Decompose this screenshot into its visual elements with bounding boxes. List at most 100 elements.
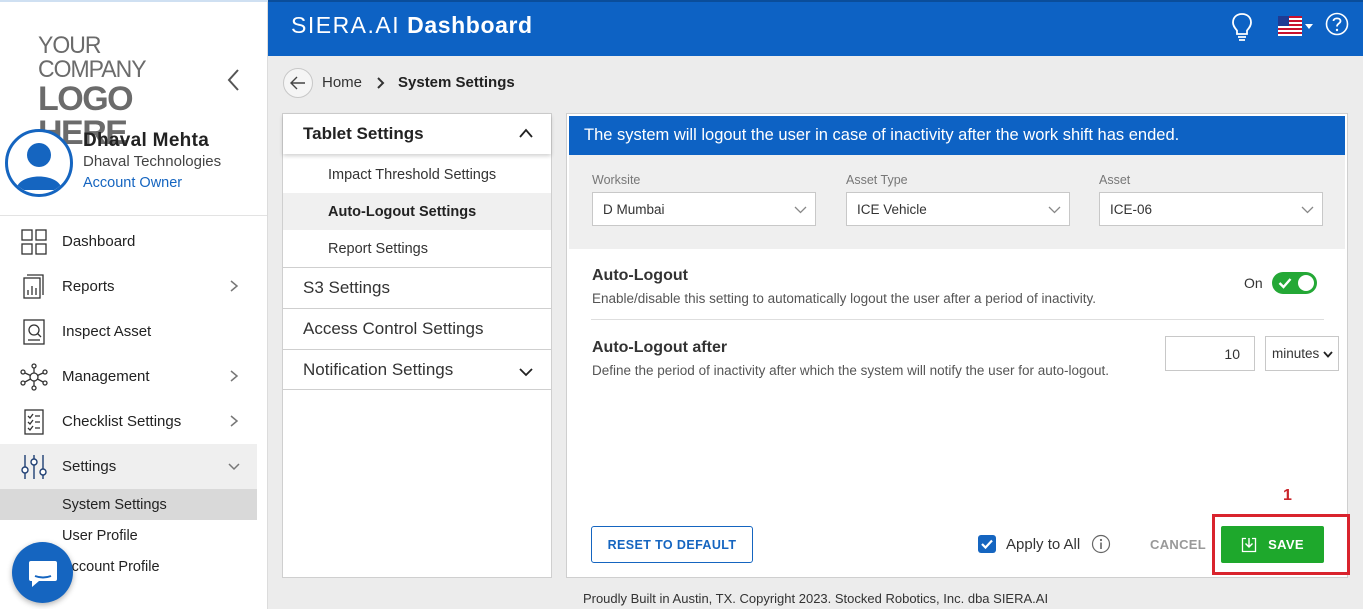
sidebar-item-management[interactable]: Management	[0, 354, 257, 399]
duration-unit-select[interactable]: minutes	[1265, 336, 1339, 371]
sidebar-item-label: Inspect Asset	[62, 323, 152, 340]
chat-bubble-icon	[28, 560, 57, 587]
back-button[interactable]	[283, 68, 313, 98]
page-footer: Proudly Built in Austin, TX. Copyright 2…	[582, 591, 1049, 606]
toggle-knob	[1298, 275, 1314, 291]
sidebar: YOUR COMPANY LOGO HERE Dhaval Mehta Dhav…	[0, 0, 268, 609]
chevron-right-icon	[230, 415, 239, 427]
reports-icon	[23, 274, 44, 299]
sidebar-item-label: Reports	[62, 278, 115, 295]
app-title: SIERA.AI Dashboard	[291, 12, 533, 39]
lightbulb-icon[interactable]	[1231, 12, 1253, 42]
info-banner: The system will logout the user in case …	[569, 116, 1345, 155]
menu-item-impact-threshold[interactable]: Impact Threshold Settings	[283, 156, 551, 193]
duration-unit-value: minutes	[1272, 346, 1320, 361]
chevron-down-icon	[519, 368, 533, 377]
worksite-value: D Mumbai	[603, 201, 665, 217]
user-role: Account Owner	[83, 175, 183, 191]
user-company: Dhaval Technologies	[83, 153, 222, 170]
worksite-select[interactable]: D Mumbai	[592, 192, 816, 226]
sliders-icon	[21, 455, 47, 479]
apply-to-all-label: Apply to All	[1006, 536, 1081, 553]
chevron-down-icon	[228, 463, 240, 471]
breadcrumb-home[interactable]: Home	[322, 74, 362, 91]
user-profile-card: Dhaval Mehta Dhaval Technologies Account…	[0, 126, 267, 216]
chevron-right-icon	[230, 370, 239, 382]
annotation-number: 1	[1283, 487, 1292, 504]
breadcrumb-current: System Settings	[398, 74, 515, 91]
chevron-down-icon	[1048, 206, 1061, 214]
sidebar-subitem-system-settings[interactable]: System Settings	[0, 489, 257, 520]
breadcrumb-chevron-icon	[377, 77, 385, 89]
sidebar-item-reports[interactable]: Reports	[0, 264, 257, 309]
menu-item-auto-logout[interactable]: Auto-Logout Settings	[283, 193, 551, 230]
sidebar-item-label: Dashboard	[62, 233, 136, 250]
sidebar-nav: Dashboard Reports Inspect Asset Manageme…	[0, 219, 257, 582]
asset-filter: Asset ICE-06	[1099, 173, 1323, 226]
asset-type-filter: Asset Type ICE Vehicle	[846, 173, 1070, 226]
info-icon[interactable]	[1091, 534, 1111, 554]
menu-item-report-settings[interactable]: Report Settings	[283, 230, 551, 267]
cancel-button[interactable]: CANCEL	[1150, 537, 1206, 552]
check-icon	[1278, 278, 1292, 289]
logo-line1: YOUR COMPANY	[38, 30, 147, 83]
grid-icon	[21, 229, 47, 255]
user-avatar-icon	[16, 143, 62, 190]
sidebar-item-label: Checklist Settings	[62, 413, 182, 430]
sidebar-item-settings[interactable]: Settings	[0, 444, 257, 489]
checklist-icon	[24, 409, 44, 435]
reset-to-default-button[interactable]: RESET TO DEFAULT	[591, 526, 753, 563]
auto-logout-toggle[interactable]	[1272, 272, 1317, 294]
asset-type-select[interactable]: ICE Vehicle	[846, 192, 1070, 226]
chat-support-button[interactable]	[12, 542, 73, 603]
menu-section-access-control[interactable]: Access Control Settings	[283, 308, 551, 349]
auto-logout-description: Enable/disable this setting to automatic…	[592, 291, 1097, 306]
auto-logout-after-description: Define the period of inactivity after wh…	[592, 363, 1110, 378]
asset-select[interactable]: ICE-06	[1099, 192, 1323, 226]
sidebar-item-label: Management	[62, 368, 150, 385]
top-header: SIERA.AI Dashboard	[268, 0, 1363, 56]
inactivity-duration-input[interactable]	[1165, 336, 1255, 371]
worksite-label: Worksite	[592, 173, 641, 187]
us-flag-icon	[1278, 16, 1302, 36]
avatar[interactable]	[5, 129, 73, 197]
check-icon	[981, 539, 993, 550]
collapse-sidebar-button[interactable]	[222, 66, 244, 94]
annotation-highlight-box	[1212, 514, 1350, 575]
chevron-down-icon	[1301, 206, 1314, 214]
apply-to-all-checkbox[interactable]	[978, 535, 996, 553]
sidebar-item-dashboard[interactable]: Dashboard	[0, 219, 257, 264]
app-root: YOUR COMPANY LOGO HERE Dhaval Mehta Dhav…	[0, 0, 1363, 609]
arrow-left-icon	[290, 76, 305, 90]
menu-section-tablet-settings[interactable]: Tablet Settings	[283, 114, 551, 154]
asset-type-label: Asset Type	[846, 173, 908, 187]
auto-logout-toggle-label: On	[1244, 275, 1263, 291]
network-icon	[20, 363, 48, 391]
brand-name: SIERA.AI	[291, 12, 401, 38]
brand-suffix: Dashboard	[400, 12, 533, 38]
chevron-up-icon	[519, 128, 533, 138]
language-selector[interactable]	[1278, 16, 1314, 40]
auto-logout-after-title: Auto-Logout after	[592, 339, 728, 356]
asset-type-value: ICE Vehicle	[857, 201, 927, 217]
sidebar-item-inspect-asset[interactable]: Inspect Asset	[0, 309, 257, 354]
inspect-icon	[23, 319, 45, 345]
asset-label: Asset	[1099, 173, 1131, 187]
user-name: Dhaval Mehta	[83, 130, 210, 151]
chevron-left-icon	[227, 69, 239, 91]
chevron-down-icon	[1323, 351, 1333, 358]
help-icon[interactable]	[1325, 12, 1349, 36]
menu-section-notification-settings[interactable]: Notification Settings	[283, 349, 551, 390]
caret-down-icon	[1305, 24, 1313, 29]
menu-section-s3-settings[interactable]: S3 Settings	[283, 267, 551, 308]
sidebar-item-label: Settings	[62, 458, 117, 475]
auto-logout-settings-panel: The system will logout the user in case …	[566, 113, 1348, 578]
menu-section-label: Tablet Settings	[303, 124, 424, 143]
worksite-filter: Worksite D Mumbai	[592, 173, 816, 226]
sidebar-item-checklist-settings[interactable]: Checklist Settings	[0, 399, 257, 444]
chevron-right-icon	[230, 280, 239, 292]
menu-section-label: Notification Settings	[303, 359, 454, 379]
filter-bar: Worksite D Mumbai Asset Type ICE Vehicle…	[569, 155, 1345, 249]
auto-logout-title: Auto-Logout	[592, 267, 688, 284]
asset-value: ICE-06	[1110, 201, 1153, 217]
